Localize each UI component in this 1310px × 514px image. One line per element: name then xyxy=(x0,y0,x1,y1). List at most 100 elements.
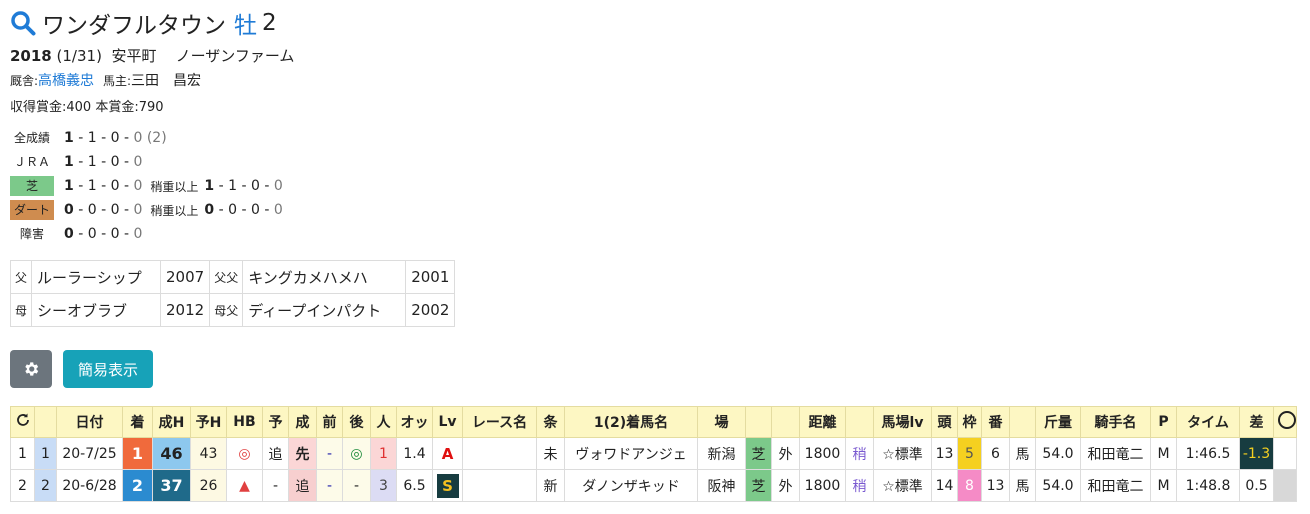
header-mae[interactable]: 前 xyxy=(316,406,343,438)
header-finish[interactable]: 着 xyxy=(122,406,153,438)
pedigree-year: 2007 xyxy=(160,260,211,294)
pedigree-key: 母父 xyxy=(209,293,244,327)
record-other: 0 xyxy=(133,154,143,170)
header-place[interactable]: 場 xyxy=(697,406,746,438)
header-race-name[interactable]: レース名 xyxy=(462,406,537,438)
row-p: M xyxy=(1150,437,1177,470)
record-win: 0 xyxy=(64,226,74,242)
race-history-table: 日付 着 成H 予H HB 予 成 前 後 人 オッ Lv レース名 条 1(2… xyxy=(10,406,1297,502)
row-ato: ◎ xyxy=(342,437,371,470)
header-ninki[interactable]: 人 xyxy=(370,406,397,438)
record-other: 0 xyxy=(273,202,283,218)
row-horse[interactable]: ダノンザキッド xyxy=(564,469,698,502)
header-yo-h[interactable]: 予H xyxy=(190,406,227,438)
row-time: 1:48.8 xyxy=(1176,469,1240,502)
row-waku: 8 xyxy=(957,469,982,502)
row-ninki: 1 xyxy=(370,437,397,470)
birth-info: 2018 (1/31) 安平町 ノーザンファーム xyxy=(10,45,294,66)
heavy-label: 稍重以上 xyxy=(150,179,199,194)
header-lv[interactable]: Lv xyxy=(432,406,463,438)
row-jockey[interactable]: 和田竜二 xyxy=(1080,469,1151,502)
header-kin[interactable]: 斤量 xyxy=(1035,406,1081,438)
header-jockey[interactable]: 騎手名 xyxy=(1080,406,1151,438)
record-values: 0 - 0 - 0 - 0 xyxy=(64,226,143,242)
owner-name: 三田 昌宏 xyxy=(131,73,201,89)
header-ato[interactable]: 後 xyxy=(342,406,371,438)
header-waku[interactable]: 枠 xyxy=(957,406,982,438)
record-win: 0 xyxy=(204,202,215,218)
owner-label: 馬主: xyxy=(102,74,131,88)
row-p: M xyxy=(1150,469,1177,502)
row-sei-h: 37 xyxy=(152,469,191,502)
pedigree-key: 父父 xyxy=(209,260,244,294)
refresh-icon[interactable] xyxy=(15,412,31,428)
header-odds[interactable]: オッ xyxy=(396,406,433,438)
record-turf: 芝 1 - 1 - 0 - 0 稍重以上 1 - 1 - 0 - 0 xyxy=(10,174,283,198)
race-row[interactable]: 2 2 20-6/28 2 37 26 ▲ - 追 - - 3 6.5 S 新 … xyxy=(10,469,1297,502)
header-date[interactable]: 日付 xyxy=(56,406,123,438)
header-clock-icon[interactable] xyxy=(1273,406,1297,438)
row-waku: 5 xyxy=(957,437,982,470)
record-values-heavy: 1 - 1 - 0 - 0 xyxy=(204,178,283,194)
header-distance[interactable]: 距離 xyxy=(799,406,846,438)
record-win: 1 xyxy=(64,178,74,194)
pedigree-value: キングカメハメハ xyxy=(242,260,407,294)
header-sex xyxy=(1009,406,1036,438)
earnings-info: 収得賞金:400 本賞金:790 xyxy=(10,96,164,115)
simple-view-button[interactable]: 簡易表示 xyxy=(63,350,153,388)
header-sei[interactable]: 成 xyxy=(288,406,317,438)
row-hb: ▲ xyxy=(226,469,263,502)
stable-info: 厩舎:高橋義忠 馬主:三田 昌宏 xyxy=(10,70,201,90)
row-time: 1:46.5 xyxy=(1176,437,1240,470)
record-3rd: 0 xyxy=(110,130,120,146)
row-kin: 54.0 xyxy=(1035,437,1081,470)
header-yo[interactable]: 予 xyxy=(262,406,289,438)
pedigree-key: 父 xyxy=(9,260,33,294)
header-horse[interactable]: 1(2)着馬名 xyxy=(564,406,698,438)
level-badge: A xyxy=(441,444,454,463)
trainer-link[interactable]: 高橋義忠 xyxy=(38,73,94,89)
record-other: 0 xyxy=(133,226,143,242)
record-win: 1 xyxy=(204,178,215,194)
row-place: 阪神 xyxy=(697,469,746,502)
header-time[interactable]: タイム xyxy=(1176,406,1240,438)
row-date[interactable]: 20-6/28 xyxy=(56,469,123,502)
header-sei-h[interactable]: 成H xyxy=(152,406,191,438)
header-p[interactable]: P xyxy=(1150,406,1177,438)
pedigree-value: ルーラーシップ xyxy=(31,260,162,294)
row-yo: 追 xyxy=(262,437,289,470)
record-extra: (2) xyxy=(146,130,167,146)
settings-button[interactable] xyxy=(10,350,52,388)
row-finish: 1 xyxy=(122,437,153,470)
header-ban[interactable]: 番 xyxy=(981,406,1010,438)
record-win: 1 xyxy=(64,154,74,170)
race-row[interactable]: 1 1 20-7/25 1 46 43 ◎ 追 先 - ◎ 1 1.4 A 未 … xyxy=(10,437,1297,470)
row-odds: 1.4 xyxy=(396,437,433,470)
pedigree-year: 2002 xyxy=(405,293,456,327)
row-sei: 先 xyxy=(288,437,317,470)
header-hb[interactable]: HB xyxy=(226,406,263,438)
row-course: 外 xyxy=(771,437,800,470)
record-dirt: ダート 0 - 0 - 0 - 0 稍重以上 0 - 0 - 0 - 0 xyxy=(10,198,283,222)
row-sei-h: 46 xyxy=(152,437,191,470)
row-date[interactable]: 20-7/25 xyxy=(56,437,123,470)
header-cond[interactable]: 条 xyxy=(536,406,565,438)
row-horse[interactable]: ヴォワドアンジェ xyxy=(564,437,698,470)
record-label: 障害 xyxy=(19,227,44,241)
record-2nd: 1 xyxy=(228,178,238,194)
row-race-name[interactable] xyxy=(462,469,537,502)
pedigree-row: 父 ルーラーシップ 2007 父父 キングカメハメハ 2001 xyxy=(9,260,456,294)
row-sa: -1.3 xyxy=(1239,437,1274,470)
stable-label: 厩舎: xyxy=(10,74,39,88)
header-sa[interactable]: 差 xyxy=(1239,406,1274,438)
record-values: 1 - 1 - 0 - 0 xyxy=(64,178,143,194)
refresh-icon[interactable] xyxy=(10,406,35,438)
row-baba-lv: ☆標準 xyxy=(873,437,932,470)
header-heads[interactable]: 頭 xyxy=(931,406,958,438)
row-jockey[interactable]: 和田竜二 xyxy=(1080,437,1151,470)
record-values: 1 - 1 - 0 - 0 xyxy=(64,154,143,170)
row-heads: 13 xyxy=(931,437,958,470)
row-race-name[interactable] xyxy=(462,437,537,470)
header-baba-lv[interactable]: 馬場lv xyxy=(873,406,932,438)
row-yo-h: 43 xyxy=(190,437,227,470)
